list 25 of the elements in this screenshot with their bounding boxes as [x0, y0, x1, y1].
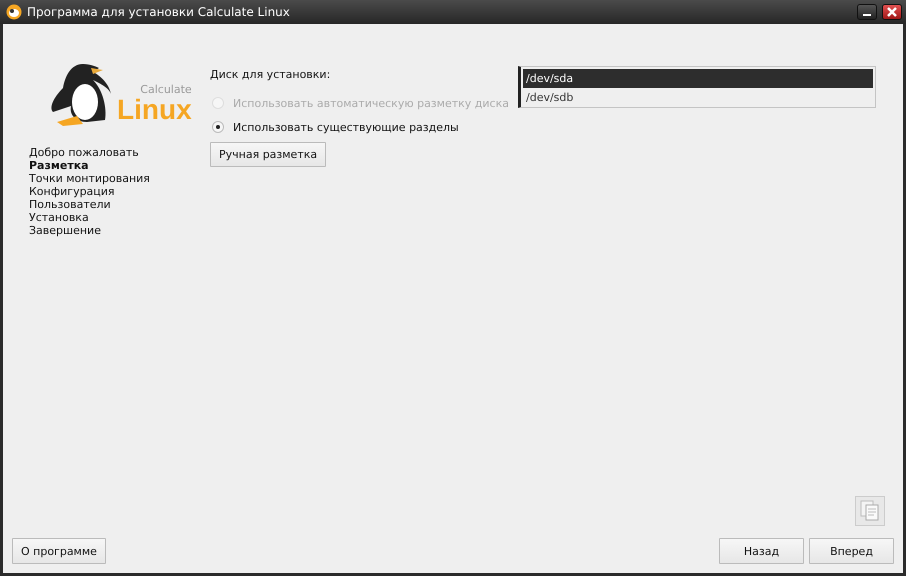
minimize-icon: [863, 14, 871, 16]
minimize-button[interactable]: [857, 4, 877, 20]
disk-item[interactable]: /dev/sdb: [523, 88, 873, 107]
option-label[interactable]: Использовать существующие разделы: [233, 120, 459, 134]
step-item: Добро пожаловать: [29, 146, 140, 159]
close-button[interactable]: [882, 4, 902, 20]
manual-partition-button[interactable]: Ручная разметка: [210, 142, 326, 167]
next-button[interactable]: Вперед: [809, 538, 894, 564]
app-icon: [6, 4, 22, 20]
pages-icon: [860, 500, 880, 522]
step-item: Установка: [29, 211, 90, 224]
step-item: Разметка: [29, 159, 90, 172]
step-item: Конфигурация: [29, 185, 116, 198]
step-item: Завершение: [29, 224, 102, 237]
disk-item[interactable]: /dev/sda: [523, 69, 873, 88]
about-button[interactable]: О программе: [12, 538, 106, 564]
disk-label: Диск для установки:: [210, 68, 332, 81]
window-title: Программа для установки Calculate Linux: [27, 5, 291, 19]
step-item: Точки монтирования: [29, 172, 151, 185]
radio-button[interactable]: [212, 121, 224, 133]
step-item: Пользователи: [29, 198, 112, 211]
logo-text: Linux: [117, 96, 192, 124]
close-icon: [887, 7, 897, 17]
back-button[interactable]: Назад: [719, 538, 804, 564]
logo-text: Calculate: [140, 84, 192, 96]
